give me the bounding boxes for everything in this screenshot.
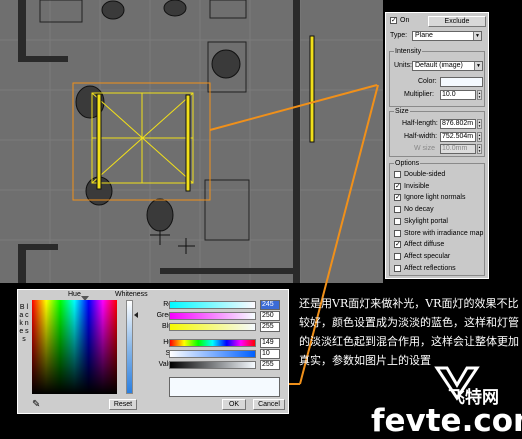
sat-slider[interactable] xyxy=(169,350,256,358)
option-label: Affect diffuse xyxy=(404,241,445,249)
value-input[interactable]: 255 xyxy=(260,360,280,370)
option-checkbox[interactable] xyxy=(394,229,401,237)
blackness-label: B l a c k n e s s xyxy=(19,304,29,343)
option-checkbox[interactable] xyxy=(394,217,401,225)
red-slider[interactable] xyxy=(169,301,256,309)
sat-input[interactable]: 10 xyxy=(260,349,280,359)
half-width-label: Half-width: xyxy=(404,133,438,140)
units-dropdown[interactable]: Default (image) ▼ xyxy=(412,61,483,71)
cancel-button[interactable]: Cancel xyxy=(253,399,285,410)
option-checkbox[interactable] xyxy=(394,171,401,178)
hue-input[interactable]: 149 xyxy=(260,338,280,348)
whiteness-bar[interactable] xyxy=(126,300,133,394)
on-checkbox[interactable]: ✓ xyxy=(390,17,397,24)
whiteness-label: Whiteness xyxy=(115,291,148,298)
eyedropper-icon[interactable]: ✎ xyxy=(32,400,40,410)
color-picker-dialog: Hue Whiteness B l a c k n e s s Red: 245… xyxy=(17,289,289,414)
green-input[interactable]: 250 xyxy=(260,311,280,321)
option-checkbox[interactable]: ✓ xyxy=(394,182,401,190)
w-size-label: W size xyxy=(414,145,435,152)
exclude-button[interactable]: Exclude xyxy=(428,16,486,27)
red-input[interactable]: 245 xyxy=(260,300,280,310)
color-swatch[interactable] xyxy=(440,77,483,87)
hue-slider[interactable] xyxy=(169,339,256,347)
units-label: Units: xyxy=(394,62,412,69)
multiplier-label: Multiplier: xyxy=(404,91,434,98)
option-checkbox[interactable] xyxy=(394,264,401,272)
units-value: Default (image) xyxy=(415,62,463,69)
chevron-down-icon: ▼ xyxy=(473,32,481,40)
vray-light-parameters-panel: ✓ On Exclude Type: Plane ▼ Intensity Uni… xyxy=(385,12,489,279)
intensity-title: Intensity xyxy=(394,47,423,56)
watermark-site: fevte.com xyxy=(371,403,522,439)
reset-button[interactable]: Reset xyxy=(109,399,137,410)
half-length-spinner[interactable]: ▲ ▼ xyxy=(477,119,482,129)
ok-button[interactable]: OK xyxy=(222,399,246,410)
size-title: Size xyxy=(394,107,410,116)
half-width-spinner[interactable]: ▲ ▼ xyxy=(477,132,482,142)
hue-label: Hue xyxy=(68,291,81,298)
type-value: Plane xyxy=(415,32,433,39)
half-length-label: Half-length: xyxy=(402,120,438,127)
half-width-input[interactable]: 752.504m xyxy=(440,132,476,142)
option-label: Invisible xyxy=(404,182,430,190)
chevron-down-icon: ▼ xyxy=(474,62,482,70)
half-length-input[interactable]: 876.802m xyxy=(440,119,476,129)
option-checkbox[interactable] xyxy=(394,252,401,260)
blue-slider[interactable] xyxy=(169,323,256,331)
color-label: Color: xyxy=(418,78,437,85)
hue-blackness-spectrum[interactable] xyxy=(32,300,117,394)
option-label: Affect specular xyxy=(404,252,451,260)
options-group: Options Double-sided ✓ Invisible ✓ Ignore li… xyxy=(389,159,485,276)
option-label: Store with irradiance map xyxy=(404,229,484,237)
color-preview-swatch xyxy=(169,377,280,397)
type-dropdown[interactable]: Plane ▼ xyxy=(412,31,482,41)
option-checkbox[interactable]: ✓ xyxy=(394,241,401,249)
option-label: Affect reflections xyxy=(404,264,456,272)
w-size-spinner: ▲ ▼ xyxy=(477,144,482,154)
on-label: On xyxy=(400,17,410,24)
intensity-group: Intensity Units: Default (image) ▼ Color… xyxy=(389,47,485,107)
option-label: Double-sided xyxy=(404,171,446,178)
type-label: Type: xyxy=(390,32,408,39)
size-group: Size Half-length: 876.802m ▲ ▼ Half-width… xyxy=(389,107,485,157)
option-checkbox[interactable] xyxy=(394,206,401,214)
w-size-input: 10.0mm xyxy=(440,144,476,154)
multiplier-input[interactable]: 10.0 xyxy=(440,90,476,100)
options-title: Options xyxy=(394,159,421,168)
caption-text: 还是用VR面灯来做补光，VR面灯的效果不比较好，颜色设置成为淡淡的蓝色，这样和灯… xyxy=(299,297,519,367)
value-slider[interactable] xyxy=(169,361,256,369)
multiplier-spinner[interactable]: ▲ ▼ xyxy=(477,90,482,100)
blue-input[interactable]: 255 xyxy=(260,322,280,332)
option-checkbox[interactable]: ✓ xyxy=(394,194,401,202)
option-label: Skylight portal xyxy=(404,217,448,225)
option-label: Ignore light normals xyxy=(404,194,466,202)
option-label: No decay xyxy=(404,206,434,214)
whiteness-pointer-icon[interactable] xyxy=(134,312,138,318)
green-slider[interactable] xyxy=(169,312,256,320)
